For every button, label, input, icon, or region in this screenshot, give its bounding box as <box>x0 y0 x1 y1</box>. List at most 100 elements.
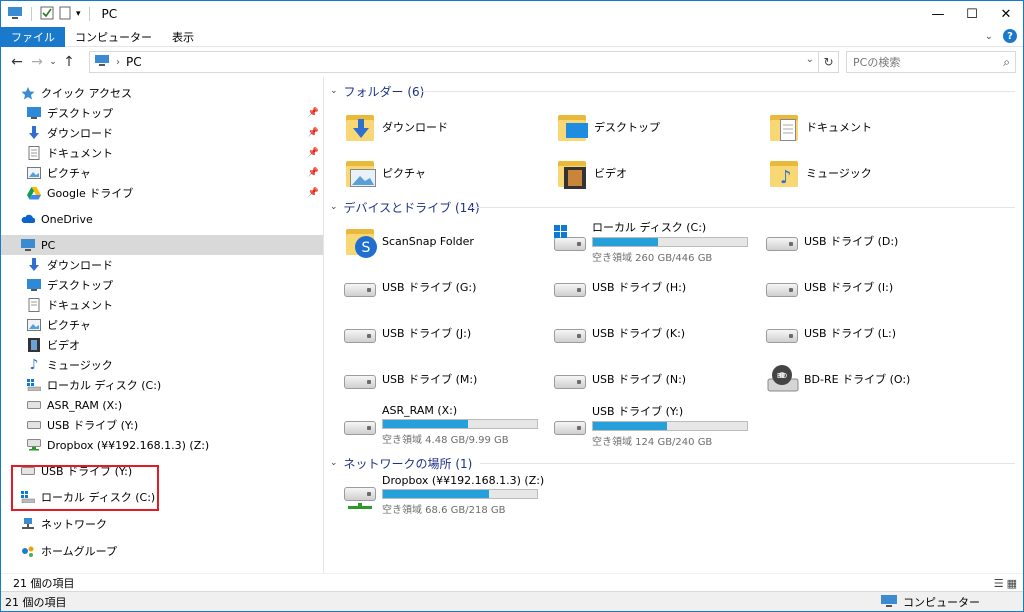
sidebar-item-label: ドキュメント <box>47 299 113 312</box>
sidebar-item-pc-desktop[interactable]: デスクトップ <box>27 275 113 295</box>
sidebar-item-pc-dropbox[interactable]: Dropbox (¥¥192.168.1.3) (Z:) <box>27 435 209 455</box>
tile-label: USB ドライブ (G:) <box>382 281 477 294</box>
close-button[interactable]: ✕ <box>989 1 1023 27</box>
sidebar-item-desktop[interactable]: デスクトップ 📌 <box>27 103 323 123</box>
collapse-chevron-icon[interactable]: ⌄ <box>330 458 338 468</box>
sidebar-item-downloads[interactable]: ダウンロード 📌 <box>27 123 323 143</box>
expand-ribbon-icon[interactable]: ⌄ <box>985 31 993 42</box>
folder-tile-downloads[interactable]: ダウンロード <box>342 105 542 149</box>
drive-tile-usb-h[interactable]: USB ドライブ (H:) <box>552 265 752 309</box>
sidebar-item-documents[interactable]: ドキュメント 📌 <box>27 143 323 163</box>
sidebar-item-label: クイック アクセス <box>41 87 132 100</box>
sidebar-item-label: ミュージック <box>47 359 113 372</box>
sidebar-item-pc-music[interactable]: ♪ ミュージック <box>27 355 113 375</box>
pin-icon[interactable]: 📌 <box>308 128 319 138</box>
google-drive-icon <box>27 186 41 200</box>
details-view-icon[interactable]: ☰ <box>994 577 1004 590</box>
pin-icon[interactable]: 📌 <box>308 108 319 118</box>
usage-bar <box>382 489 538 499</box>
sidebar-item-pc-pictures[interactable]: ピクチャ <box>27 315 91 335</box>
drive-icon <box>342 361 378 397</box>
network-tile-dropbox[interactable]: Dropbox (¥¥192.168.1.3) (Z:) 空き領域 68.6 G… <box>342 473 582 517</box>
sidebar-item-label: ローカル ディスク (C:) <box>47 379 162 392</box>
sidebar-item-pictures[interactable]: ピクチャ 📌 <box>27 163 323 183</box>
back-arrow-icon[interactable]: ← <box>7 54 27 70</box>
sidebar-item-label: ドキュメント <box>47 147 113 160</box>
pin-icon[interactable]: 📌 <box>308 148 319 158</box>
drive-icon <box>342 269 378 305</box>
sidebar-item-label: Google ドライブ <box>47 187 134 200</box>
drive-tile-usb-g[interactable]: USB ドライブ (G:) <box>342 265 542 309</box>
quick-access-dropdown-icon[interactable]: ▾ <box>76 9 81 19</box>
sidebar-item-pc-documents[interactable]: ドキュメント <box>27 295 113 315</box>
tab-file[interactable]: ファイル <box>1 26 65 47</box>
sidebar-item-pc-usb-y[interactable]: USB ドライブ (Y:) <box>27 415 138 435</box>
sidebar-item-google-drive[interactable]: Google ドライブ 📌 <box>27 183 323 203</box>
drive-tile-usb-k[interactable]: USB ドライブ (K:) <box>552 311 752 355</box>
svg-text:S: S <box>362 240 371 256</box>
item-count-bar: 21 個の項目 ☰ ▦ <box>1 573 1023 591</box>
group-header-devices[interactable]: ⌄ デバイスとドライブ (14) <box>330 197 1020 217</box>
drive-icon <box>342 315 378 351</box>
tab-computer[interactable]: コンピューター <box>65 27 162 47</box>
sidebar-item-label: デスクトップ <box>47 107 113 120</box>
tile-label: USB ドライブ (M:) <box>382 373 478 386</box>
sidebar-item-pc-asr-ram[interactable]: ASR_RAM (X:) <box>27 395 122 415</box>
group-header-folders[interactable]: ⌄ フォルダー (6) <box>330 81 1020 101</box>
sidebar-item-network[interactable]: ネットワーク <box>21 514 107 534</box>
address-dropdown-icon[interactable]: ⌄ <box>806 54 814 65</box>
drive-tile-usb-j[interactable]: USB ドライブ (J:) <box>342 311 542 355</box>
drive-icon <box>764 269 800 305</box>
drive-tile-usb-y[interactable]: USB ドライブ (Y:) 空き領域 124 GB/240 GB <box>552 403 772 448</box>
folder-tile-videos[interactable]: ビデオ <box>554 151 754 195</box>
sidebar-item-pc-videos[interactable]: ビデオ <box>27 335 80 355</box>
sidebar-item-label: OneDrive <box>41 212 93 226</box>
drive-tile-bd-re[interactable]: BD BD-RE ドライブ (O:) <box>764 357 984 401</box>
sidebar-item-label: ピクチャ <box>47 319 91 332</box>
pc-icon <box>7 6 23 23</box>
drive-tile-usb-d[interactable]: USB ドライブ (D:) <box>764 219 984 263</box>
drive-tile-asr-ram[interactable]: ASR_RAM (X:) 空き領域 4.48 GB/9.99 GB <box>342 403 562 447</box>
folder-tile-documents[interactable]: ドキュメント <box>766 105 966 149</box>
recent-dropdown-icon[interactable]: ⌄ <box>47 57 59 67</box>
collapse-chevron-icon[interactable]: ⌄ <box>330 86 338 96</box>
new-folder-icon[interactable] <box>58 6 72 23</box>
refresh-button[interactable]: ↻ <box>819 51 839 73</box>
folder-tile-desktop[interactable]: デスクトップ <box>554 105 754 149</box>
forward-arrow-icon[interactable]: → <box>27 54 47 70</box>
drive-tile-usb-l[interactable]: USB ドライブ (L:) <box>764 311 964 355</box>
sidebar-item-quick-access[interactable]: クイック アクセス <box>21 83 132 103</box>
drive-tile-usb-i[interactable]: USB ドライブ (I:) <box>764 265 964 309</box>
scansnap-folder-icon: S <box>342 223 378 259</box>
drive-tile-local-disk-c[interactable]: ローカル ディスク (C:) 空き領域 260 GB/446 GB <box>552 219 772 264</box>
properties-icon[interactable] <box>40 6 54 23</box>
sidebar-item-onedrive[interactable]: OneDrive <box>21 209 93 229</box>
collapse-chevron-icon[interactable]: ⌄ <box>330 202 338 212</box>
address-bar[interactable]: › PC ⌄ <box>89 51 819 73</box>
tiles-view-icon[interactable]: ▦ <box>1007 577 1017 590</box>
drive-tile-usb-n[interactable]: USB ドライブ (N:) <box>552 357 752 401</box>
sidebar-item-label: ダウンロード <box>47 127 113 140</box>
sidebar-item-pc-downloads[interactable]: ダウンロード <box>27 255 113 275</box>
sidebar-item-homegroup[interactable]: ホームグループ <box>21 541 117 561</box>
maximize-button[interactable]: ☐ <box>955 1 989 27</box>
drive-tile-scansnap[interactable]: S ScanSnap Folder <box>342 219 542 263</box>
search-input[interactable]: PCの検索 ⌕ <box>846 51 1016 73</box>
minimize-button[interactable]: — <box>921 1 955 27</box>
cloud-icon <box>21 212 35 226</box>
pin-icon[interactable]: 📌 <box>308 188 319 198</box>
navigation-bar: ← → ⌄ ↑ › PC ⌄ ↻ PCの検索 ⌕ <box>1 47 1023 77</box>
drive-tile-usb-m[interactable]: USB ドライブ (M:) <box>342 357 542 401</box>
up-arrow-icon[interactable]: ↑ <box>59 54 79 70</box>
help-icon[interactable]: ? <box>1003 29 1017 43</box>
usage-bar <box>592 236 748 247</box>
folder-tile-pictures[interactable]: ピクチャ <box>342 151 542 195</box>
pin-icon[interactable]: 📌 <box>308 168 319 178</box>
folder-tile-music[interactable]: ♪ ミュージック <box>766 151 966 195</box>
tab-view[interactable]: 表示 <box>162 27 204 47</box>
group-header-network[interactable]: ⌄ ネットワークの場所 (1) <box>330 453 1020 473</box>
sidebar-item-pc[interactable]: PC <box>1 235 323 255</box>
network-drive-icon <box>27 438 41 452</box>
sidebar-item-pc-local-disk-c[interactable]: ローカル ディスク (C:) <box>27 375 161 395</box>
breadcrumb-pc[interactable]: PC <box>126 55 142 69</box>
